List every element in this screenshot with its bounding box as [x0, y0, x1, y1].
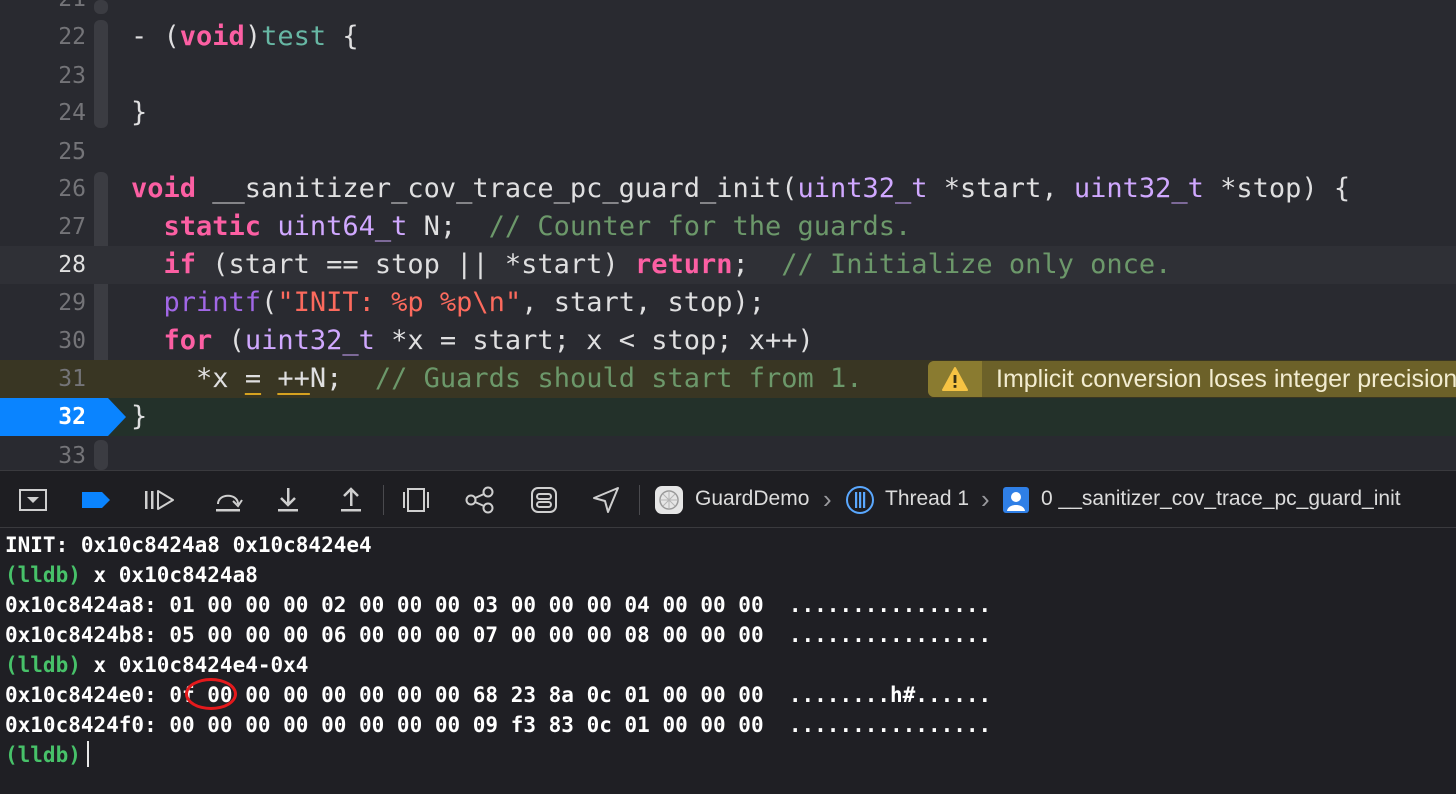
text-cursor	[86, 741, 89, 767]
memory-graph-icon	[465, 486, 494, 514]
simulate-location-button[interactable]	[588, 482, 624, 518]
inline-warning[interactable]: Implicit conversion loses integer precis…	[928, 361, 1456, 397]
code-line-27[interactable]: 27 static uint64_t N; // Counter for the…	[0, 208, 1456, 246]
stack-frame-icon	[1000, 482, 1032, 518]
chevron-right-icon: ›	[823, 484, 832, 514]
line-number: 33	[58, 443, 86, 469]
line-number: 28	[58, 252, 86, 278]
warning-message: Implicit conversion loses integer precis…	[996, 365, 1456, 393]
line-number: 24	[58, 100, 86, 126]
code-line-22[interactable]: 22 - (void)test {	[0, 18, 1456, 56]
code-line-26[interactable]: 26 void __sanitizer_cov_trace_pc_guard_i…	[0, 170, 1456, 208]
debug-bar: GuardDemo › Thread 1 › 0 __sanitizer_cov…	[0, 470, 1456, 528]
line-number: 29	[58, 290, 86, 316]
line-number: 25	[58, 139, 86, 165]
line-number: 31	[58, 366, 86, 392]
step-out-icon	[341, 487, 361, 512]
breadcrumb-stack-frame[interactable]: 0 __sanitizer_cov_trace_pc_guard_init	[1041, 471, 1401, 527]
code-line-33[interactable]: 33	[0, 437, 1456, 470]
thread-icon	[844, 482, 876, 518]
source-editor[interactable]: 21 22 - (void)test { 23 24 } 25 26 void …	[0, 0, 1456, 470]
step-over-icon	[216, 494, 243, 512]
line-number: 27	[58, 214, 86, 240]
breadcrumb-scheme[interactable]: GuardDemo	[695, 471, 809, 527]
line-number: 22	[58, 24, 86, 50]
line-number: 32	[58, 404, 86, 430]
console-line: (lldb) x 0x10c8424a8	[5, 563, 258, 587]
debug-view-hierarchy-button[interactable]	[398, 482, 434, 518]
environment-overrides-button[interactable]	[526, 482, 562, 518]
memory-graph-button[interactable]	[462, 482, 498, 518]
code-text: if (start == stop || *start) return; // …	[163, 249, 1172, 280]
code-text: }	[131, 401, 148, 432]
line-number: 30	[58, 328, 86, 354]
step-over-button[interactable]	[210, 482, 246, 518]
debug-area-toggle-icon	[19, 489, 47, 511]
line-number: 26	[58, 176, 86, 202]
code-text: }	[131, 97, 148, 128]
console-line: INIT: 0x10c8424a8 0x10c8424e4	[5, 533, 372, 557]
toolbar-separator	[639, 485, 640, 515]
console-line: 0x10c8424b8: 05 00 00 00 06 00 00 00 07 …	[5, 623, 992, 647]
code-text: - (void)test {	[131, 21, 359, 52]
code-text: for (uint32_t *x = start; x < stop; x++)	[163, 325, 814, 356]
code-line-29[interactable]: 29 printf("INIT: %p %p\n", start, stop);	[0, 284, 1456, 322]
code-line-32-current[interactable]: 32 }	[0, 398, 1456, 436]
breakpoints-toggle-button[interactable]	[78, 482, 114, 518]
code-line-28[interactable]: 28 if (start == stop || *start) return; …	[0, 246, 1456, 284]
console-line: 0x10c8424e0: 0f 00 00 00 00 00 00 00 68 …	[5, 683, 992, 707]
code-line-21[interactable]: 21	[0, 0, 1456, 18]
line-number: 21	[0, 0, 86, 18]
code-line-30[interactable]: 30 for (uint32_t *x = start; x < stop; x…	[0, 322, 1456, 360]
code-text: printf("INIT: %p %p\n", start, stop);	[163, 287, 766, 318]
console-line: 0x10c8424a8: 01 00 00 00 02 00 00 00 03 …	[5, 593, 992, 617]
continue-button[interactable]	[141, 482, 177, 518]
code-text: static uint64_t N; // Counter for the gu…	[163, 211, 912, 242]
code-text: *x = ++N; // Guards should start from 1.	[196, 363, 863, 394]
location-arrow-icon	[593, 487, 619, 513]
breadcrumb-thread[interactable]: Thread 1	[885, 471, 969, 527]
code-text: void __sanitizer_cov_trace_pc_guard_init…	[131, 173, 1351, 204]
code-line-23[interactable]: 23	[0, 57, 1456, 95]
hide-debug-area-button[interactable]	[15, 482, 51, 518]
annotation-circle	[185, 678, 237, 710]
line-number: 23	[58, 63, 86, 89]
code-line-24[interactable]: 24 }	[0, 94, 1456, 132]
warning-triangle-icon	[928, 361, 982, 397]
lldb-console[interactable]: INIT: 0x10c8424a8 0x10c8424e4 (lldb) x 0…	[0, 528, 1456, 794]
console-input-line[interactable]: (lldb)	[5, 740, 89, 770]
toolbar-separator	[383, 485, 384, 515]
chevron-right-icon: ›	[981, 484, 990, 514]
step-into-icon	[278, 488, 298, 512]
console-line: 0x10c8424f0: 00 00 00 00 00 00 00 00 09 …	[5, 713, 992, 737]
view-hierarchy-icon	[403, 488, 429, 512]
breakpoint-icon	[82, 492, 110, 508]
app-icon	[652, 482, 686, 518]
console-line: (lldb) x 0x10c8424e4-0x4	[5, 653, 309, 677]
continue-icon	[145, 490, 174, 510]
environment-overrides-icon	[531, 487, 557, 513]
code-line-25[interactable]: 25	[0, 133, 1456, 171]
step-into-button[interactable]	[270, 482, 306, 518]
step-out-button[interactable]	[333, 482, 369, 518]
